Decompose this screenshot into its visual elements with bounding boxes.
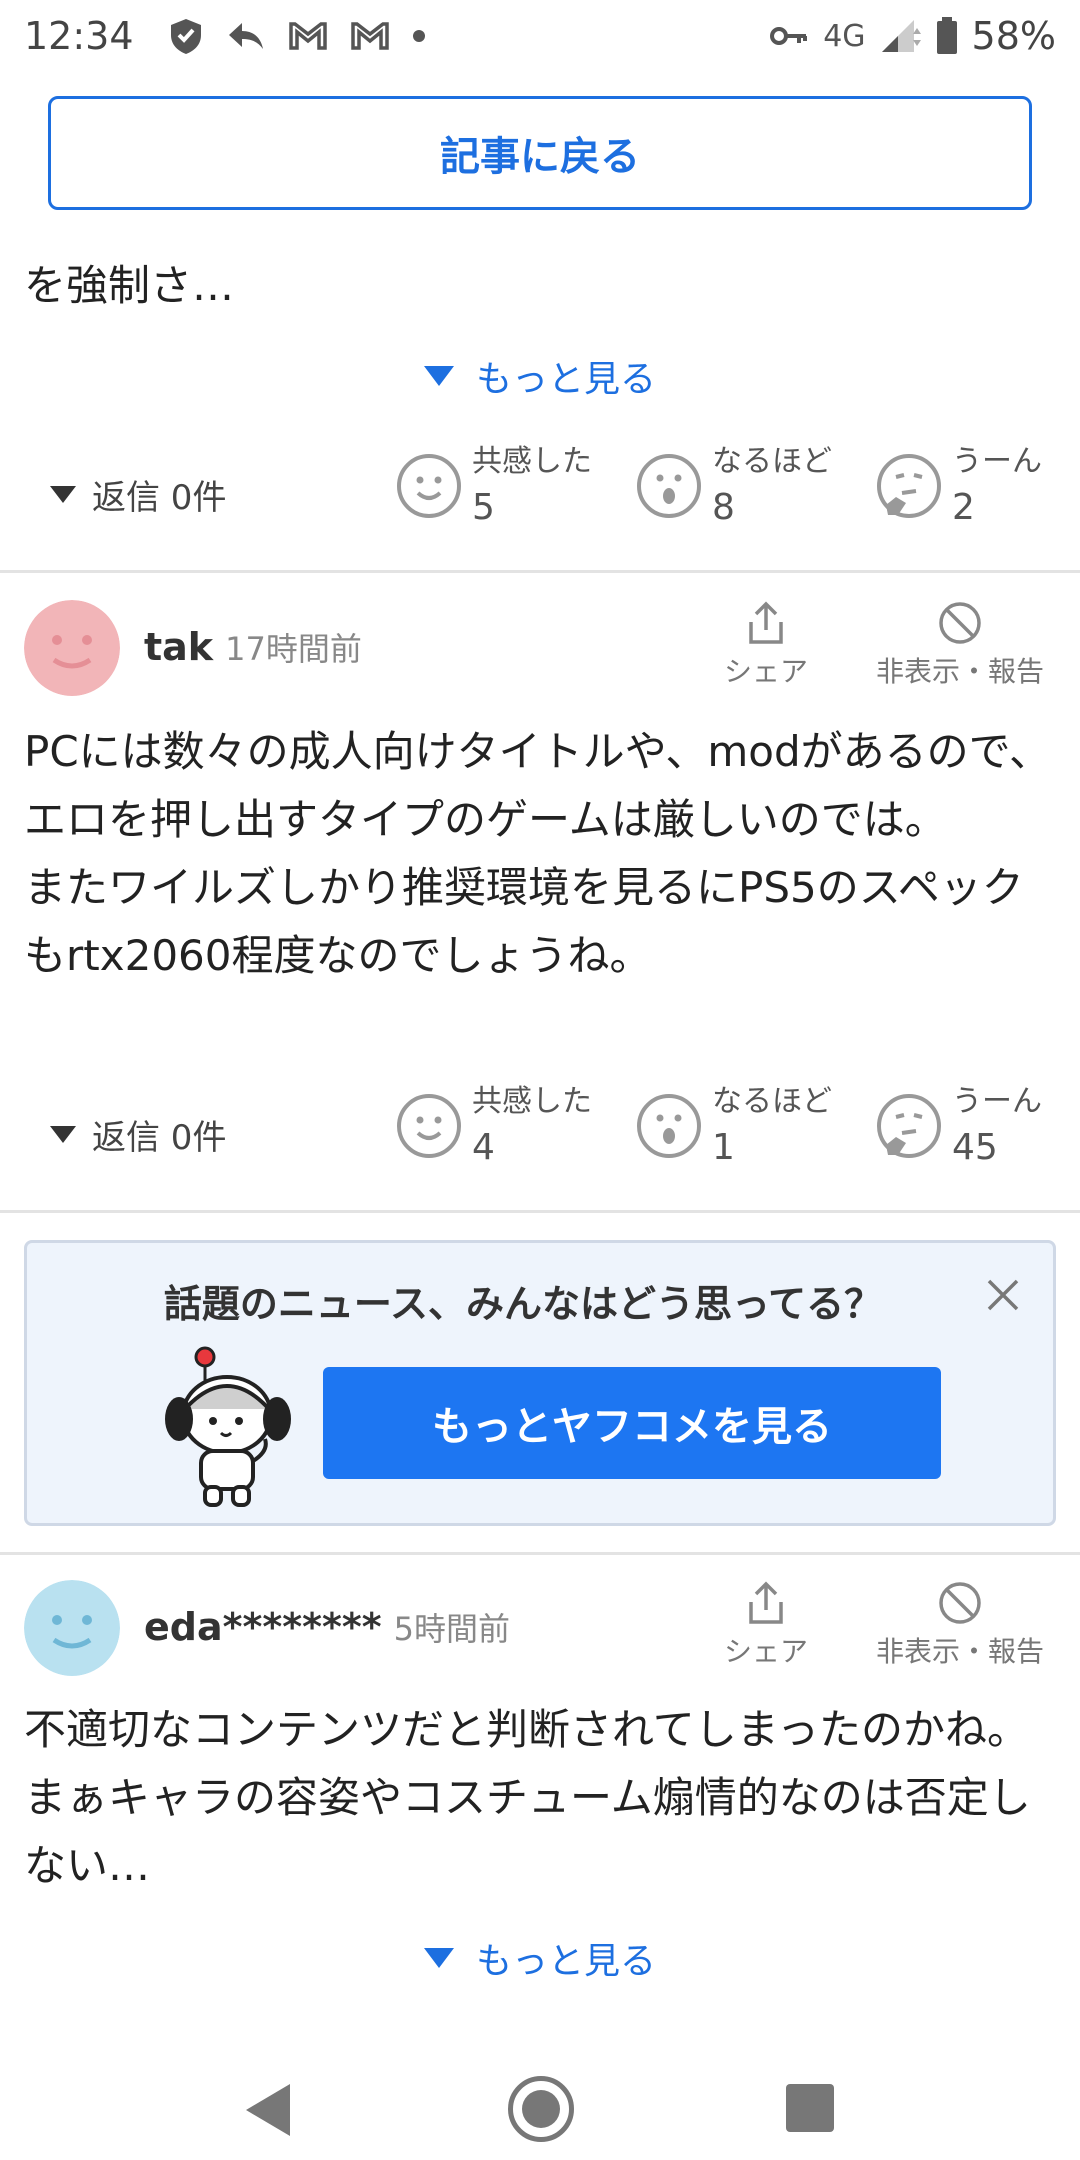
username[interactable]: tak 17時間前 <box>144 624 362 670</box>
reaction-hmm[interactable]: うーん 2 <box>876 440 1042 532</box>
dot-icon <box>412 30 425 42</box>
avatar[interactable] <box>24 600 120 696</box>
back-icon[interactable] <box>246 2084 290 2136</box>
comment-body: PCには数々の成人向けタイトルや、modがあるので、エロを押し出すタイプのゲーム… <box>24 727 1051 980</box>
username-text: eda******** <box>144 1605 382 1649</box>
show-more-label: もっと見る <box>475 1941 656 1982</box>
comment-text-truncated: を強制さ… <box>24 261 235 310</box>
reaction-insight[interactable]: なるほど 8 <box>636 440 832 532</box>
divider <box>0 1210 1080 1213</box>
reaction-empathy[interactable]: 共感した 4 <box>396 1080 592 1172</box>
cta-label: もっとヤフコメを見る <box>432 1404 832 1450</box>
reaction-label: 共感した <box>472 444 592 479</box>
back-to-article-button[interactable]: 記事に戻る <box>48 96 1032 210</box>
triangle-down-icon <box>50 486 76 503</box>
avatar[interactable] <box>24 1580 120 1676</box>
reaction-count: 4 <box>472 1127 495 1168</box>
reply-toggle[interactable]: 返信 0件 <box>50 470 226 519</box>
reply-count-label: 返信 0件 <box>92 1118 227 1158</box>
smile-face-icon <box>397 1094 461 1158</box>
comment-time: 5時間前 <box>393 1610 510 1648</box>
share-label: シェア <box>724 1635 809 1668</box>
hide-report-label: 非表示・報告 <box>876 1635 1045 1668</box>
share-icon <box>749 601 783 644</box>
reaction-count: 45 <box>952 1127 998 1168</box>
see-more-yahoo-comments-button[interactable]: もっとヤフコメを見る <box>323 1367 941 1479</box>
triangle-down-icon <box>423 1948 454 1968</box>
reaction-label: なるほど <box>712 1084 832 1119</box>
mascot-illustration <box>165 1346 291 1507</box>
block-icon <box>939 602 981 644</box>
back-to-article-label: 記事に戻る <box>440 134 640 180</box>
thinking-face-icon <box>877 1094 941 1158</box>
smile-face-icon <box>397 454 461 518</box>
system-nav-bar <box>0 2040 1080 2160</box>
close-icon[interactable] <box>983 1275 1023 1315</box>
reaction-label: なるほど <box>712 444 832 479</box>
reply-count-label: 返信 0件 <box>92 478 227 518</box>
battery-percent: 58% <box>971 14 1056 58</box>
triangle-down-icon <box>50 1126 76 1143</box>
comment-header: tak 17時間前 シェア 非表示・報告 <box>0 600 1080 700</box>
hide-report-button[interactable]: 非表示・報告 <box>876 1580 1044 1670</box>
reaction-count: 2 <box>952 487 975 528</box>
shield-icon <box>170 19 201 54</box>
reaction-row: 返信 0件 共感した 5 なるほど 8 うーん 2 <box>0 440 1080 550</box>
comment-time: 17時間前 <box>225 630 362 668</box>
triangle-down-icon <box>423 366 454 386</box>
reaction-label: うーん <box>952 444 1042 479</box>
share-button[interactable]: シェア <box>724 1580 808 1670</box>
username[interactable]: eda******** 5時間前 <box>144 1604 510 1650</box>
reaction-label: 共感した <box>472 1084 592 1119</box>
status-bar: 12:34 4G 58% <box>0 0 1080 72</box>
home-icon[interactable] <box>508 2076 574 2142</box>
reaction-empathy[interactable]: 共感した 5 <box>396 440 592 532</box>
reply-arrow-icon <box>228 23 263 49</box>
share-button[interactable]: シェア <box>724 600 808 690</box>
username-text: tak <box>144 625 214 669</box>
reaction-hmm[interactable]: うーん 45 <box>876 1080 1042 1172</box>
show-more-link[interactable]: もっと見る <box>0 1932 1080 1984</box>
share-label: シェア <box>724 655 809 688</box>
reaction-row: 返信 0件 共感した 4 なるほど 1 うーん 45 <box>0 1080 1080 1190</box>
reaction-count: 5 <box>472 487 495 528</box>
status-time: 12:34 <box>24 14 134 58</box>
divider <box>0 1552 1080 1555</box>
reply-toggle[interactable]: 返信 0件 <box>50 1110 226 1159</box>
comment-header: eda******** 5時間前 シェア 非表示・報告 <box>0 1580 1080 1680</box>
comment-body: 不適切なコンテンツだと判断されてしまったのかね。まぁキャラの容姿やコスチューム煽… <box>24 1705 1031 1890</box>
gmail-icon <box>288 22 327 50</box>
hide-report-button[interactable]: 非表示・報告 <box>876 600 1044 690</box>
promo-banner: 話題のニュース、みんなはどう思ってる？ もっとヤフコメを見る <box>24 1240 1056 1526</box>
surprised-face-icon <box>637 454 701 518</box>
battery-icon <box>936 17 957 54</box>
show-more-label: もっと見る <box>475 359 656 400</box>
recent-apps-icon[interactable] <box>786 2084 834 2132</box>
banner-title: 話題のニュース、みんなはどう思ってる？ <box>163 1282 883 1326</box>
reaction-count: 1 <box>712 1127 735 1168</box>
network-type: 4G <box>823 18 866 54</box>
reaction-label: うーん <box>952 1084 1042 1119</box>
thinking-face-icon <box>877 454 941 518</box>
share-icon <box>749 1581 783 1624</box>
divider <box>0 570 1080 573</box>
vpn-key-icon <box>770 27 808 45</box>
block-icon <box>939 1582 981 1624</box>
show-more-link[interactable]: もっと見る <box>0 350 1080 402</box>
hide-report-label: 非表示・報告 <box>876 655 1045 688</box>
reaction-count: 8 <box>712 487 735 528</box>
surprised-face-icon <box>637 1094 701 1158</box>
gmail-icon <box>350 22 389 50</box>
signal-icon <box>881 20 921 52</box>
reaction-insight[interactable]: なるほど 1 <box>636 1080 832 1172</box>
